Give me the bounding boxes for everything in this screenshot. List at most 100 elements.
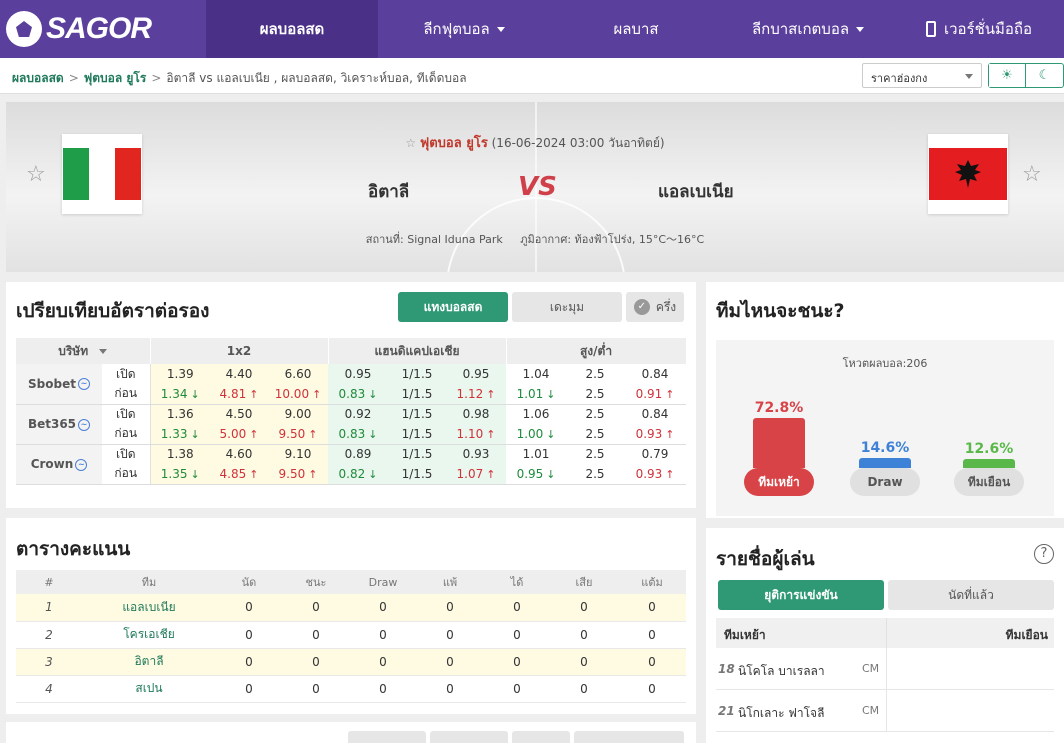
odds-cell[interactable]: 9.10	[268, 443, 329, 464]
nav-item-basketball-results[interactable]: ผลบาส	[550, 0, 722, 58]
odds-cell[interactable]: 4.50	[210, 403, 269, 424]
breadcrumb-home-link[interactable]: ผลบอลสด	[12, 71, 64, 85]
odds-cell[interactable]: 2.5	[566, 464, 625, 485]
favorite-home-star-icon[interactable]: ☆	[26, 164, 48, 186]
vote-button[interactable]: Draw	[850, 468, 920, 496]
odds-cell[interactable]: 0.95	[328, 364, 389, 384]
team-link[interactable]: อิตาลี	[82, 648, 216, 676]
filter-button[interactable]	[574, 731, 684, 743]
odds-cell[interactable]: 1/1.5	[388, 364, 447, 384]
odds-cell[interactable]: 0.93 ↑	[624, 424, 687, 445]
odds-cell[interactable]: 1.12 ↑	[446, 384, 507, 405]
odds-cell[interactable]: 1.06	[506, 403, 567, 424]
odds-cell[interactable]: 2.5	[566, 443, 625, 464]
odds-cell[interactable]: 0.84	[624, 364, 686, 384]
odds-cell[interactable]: 1.33 ↓	[150, 424, 211, 445]
odds-cell[interactable]: 1/1.5	[388, 464, 447, 485]
odds-cell[interactable]: 1.10 ↑	[446, 424, 507, 445]
player-row[interactable]: 18 นิโคโล บาเรลลา CM	[716, 648, 1054, 690]
odds-cell[interactable]: 0.98	[446, 403, 507, 424]
odds-cell[interactable]: 0.93	[446, 443, 507, 464]
odds-cell[interactable]: 0.84	[624, 403, 687, 424]
trend-icon[interactable]: ~	[77, 378, 90, 391]
odds-cell[interactable]: 1.04	[506, 364, 566, 384]
tab-last-match[interactable]: นัดที่แล้ว	[888, 580, 1054, 610]
odds-cell[interactable]: 1/1.5	[388, 443, 447, 464]
theme-toggle[interactable]: ☀ ☾	[988, 63, 1064, 88]
odds-cell[interactable]: 10.00 ↑	[268, 384, 329, 405]
odds-cell[interactable]: 2.5	[566, 384, 625, 405]
odds-cell[interactable]: 1/1.5	[388, 384, 447, 405]
odds-cell[interactable]: 4.85 ↑	[210, 464, 269, 485]
breadcrumb-league-link[interactable]: ฟุตบอล ยูโร	[84, 71, 147, 85]
bookmaker-cell[interactable]: Bet365 ~	[16, 403, 102, 445]
odds-cell[interactable]: 1.01 ↓	[506, 384, 567, 405]
odds-cell[interactable]: 5.00 ↑	[210, 424, 269, 445]
away-team-name[interactable]: แอลเบเนีย	[658, 178, 734, 205]
odds-cell[interactable]: 0.83 ↓	[328, 384, 389, 405]
team-link[interactable]: โครเอเชีย	[82, 621, 216, 649]
odds-cell[interactable]: 1.34 ↓	[150, 384, 211, 405]
vote-button[interactable]: ทีมเหย้า	[744, 468, 814, 496]
logo[interactable]: SAGOR	[0, 0, 206, 58]
odds-cell[interactable]: 2.5	[566, 364, 624, 384]
odds-cell[interactable]: 0.95 ↓	[506, 464, 567, 485]
odds-cell[interactable]: 9.00	[268, 403, 329, 424]
team-link[interactable]: แอลเบเนีย	[82, 594, 216, 622]
moon-icon[interactable]: ☾	[1026, 64, 1063, 87]
half-time-toggle[interactable]: ✓ ครึ่ง	[626, 292, 684, 322]
company-header[interactable]: บริษัท	[16, 338, 151, 364]
tab-match-lineup[interactable]: ยุติการแข่งขัน	[718, 580, 884, 610]
odds-cell[interactable]: 0.92	[328, 403, 389, 424]
help-icon[interactable]: ?	[1034, 544, 1054, 564]
match-league[interactable]: ฟุตบอล ยูโร	[420, 136, 488, 151]
odds-format-select[interactable]: ราคาฮ่องกง	[862, 63, 982, 88]
odds-cell[interactable]: 4.60	[210, 443, 269, 464]
nav-item-football-leagues[interactable]: ลีกฟุตบอล	[378, 0, 550, 58]
nav-item-live-scores[interactable]: ผลบอลสด	[206, 0, 378, 58]
filter-button[interactable]	[430, 731, 508, 743]
league-star-icon[interactable]: ☆	[405, 136, 416, 150]
bookmaker-cell[interactable]: Sbobet ~	[16, 364, 102, 405]
odds-cell[interactable]: 9.50 ↑	[268, 464, 329, 485]
odds-cell[interactable]: 4.40	[210, 364, 269, 384]
odds-cell[interactable]: 9.50 ↑	[268, 424, 329, 445]
odds-cell[interactable]: 0.93 ↑	[624, 464, 687, 485]
odds-cell[interactable]: 1.07 ↑	[446, 464, 507, 485]
nav-item-basketball-leagues[interactable]: ลีกบาสเกตบอล	[722, 0, 894, 58]
trend-icon[interactable]: ~	[75, 458, 88, 471]
odds-cell[interactable]: 6.60	[268, 364, 329, 384]
odds-cell[interactable]: 0.79	[624, 443, 687, 464]
half-time-label: ครึ่ง	[655, 299, 677, 314]
odds-cell[interactable]: 1.01	[506, 443, 567, 464]
live-betting-button[interactable]: แทงบอลสด	[398, 292, 508, 322]
odds-cell[interactable]: 1/1.5	[388, 424, 447, 445]
vote-button[interactable]: ทีมเยือน	[954, 468, 1024, 496]
odds-cell[interactable]: 0.89	[328, 443, 389, 464]
odds-cell[interactable]: 2.5	[566, 403, 625, 424]
arrow-up-icon: ↑	[665, 467, 675, 481]
filter-button[interactable]	[512, 731, 570, 743]
bookmaker-cell[interactable]: Crown ~	[16, 443, 102, 485]
favorite-away-star-icon[interactable]: ☆	[1022, 164, 1044, 186]
odds-cell[interactable]: 0.82 ↓	[328, 464, 389, 485]
nav-item-mobile-version[interactable]: เวอร์ชั่นมือถือ	[894, 0, 1064, 58]
team-link[interactable]: สเปน	[82, 675, 216, 703]
odds-cell[interactable]: 1.38	[150, 443, 211, 464]
odds-cell[interactable]: 4.81 ↑	[210, 384, 269, 405]
corner-odds-button[interactable]: เดะมุม	[512, 292, 622, 322]
odds-cell[interactable]: 1.00 ↓	[506, 424, 567, 445]
filter-button[interactable]	[348, 731, 426, 743]
odds-cell[interactable]: 1/1.5	[388, 403, 447, 424]
odds-cell[interactable]: 0.91 ↑	[624, 384, 687, 405]
odds-cell[interactable]: 1.39	[150, 364, 211, 384]
odds-cell[interactable]: 0.83 ↓	[328, 424, 389, 445]
sun-icon[interactable]: ☀	[989, 64, 1027, 87]
odds-cell[interactable]: 1.35 ↓	[150, 464, 211, 485]
odds-cell[interactable]: 2.5	[566, 424, 625, 445]
player-row[interactable]: 21 นิโกเลาะ ฟาโจลี CM	[716, 690, 1054, 732]
odds-cell[interactable]: 1.36	[150, 403, 211, 424]
trend-icon[interactable]: ~	[78, 418, 91, 431]
odds-cell[interactable]: 0.95	[446, 364, 507, 384]
home-team-name[interactable]: อิตาลี	[368, 178, 409, 205]
